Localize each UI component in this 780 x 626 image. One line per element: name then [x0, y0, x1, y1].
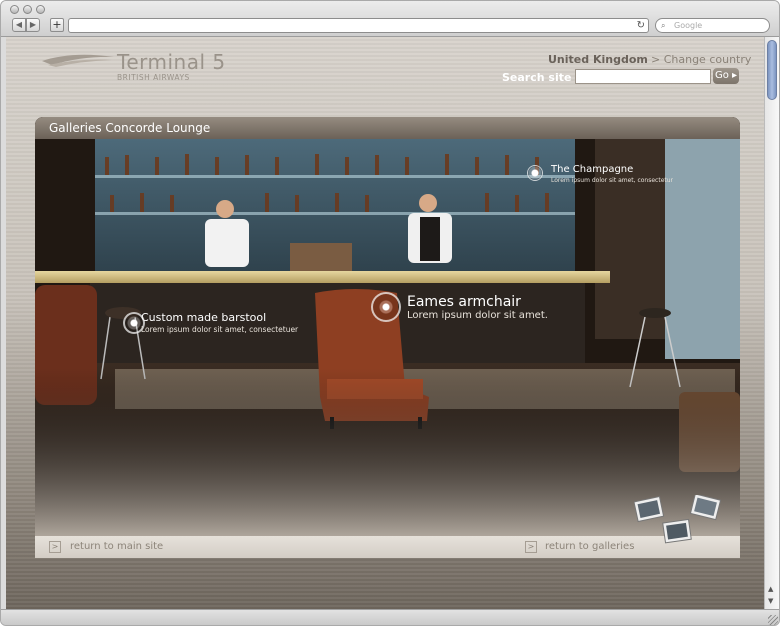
gallery-thumbnail — [662, 518, 692, 544]
zoom-window-button[interactable] — [36, 5, 45, 14]
british-airways-swoosh-icon — [42, 54, 114, 67]
gallery-thumbnail — [634, 495, 665, 523]
back-button[interactable]: ◀ — [12, 18, 26, 32]
hotspot-champagne-title: The Champagne — [551, 164, 634, 175]
hotspot-eames-armchair[interactable] — [371, 292, 401, 322]
hotspot-armchair-desc: Lorem ipsum dolor sit amet. — [407, 310, 548, 321]
close-window-button[interactable] — [10, 5, 19, 14]
return-to-galleries-link[interactable]: return to galleries — [545, 541, 634, 552]
return-galleries-arrow-icon[interactable]: > — [525, 541, 537, 553]
hotspot-champagne[interactable] — [527, 165, 543, 181]
forward-button[interactable]: ▶ — [26, 18, 40, 32]
search-site-label: Search site — [502, 71, 572, 84]
return-main-arrow-icon[interactable]: > — [49, 541, 61, 553]
add-bookmark-button[interactable]: + — [50, 18, 64, 32]
site-brand[interactable]: Terminal 5 — [117, 50, 226, 74]
current-country: United Kingdom — [548, 53, 648, 66]
scrollbar-thumb[interactable] — [767, 40, 777, 100]
address-bar[interactable]: ↻ — [68, 18, 649, 33]
resize-handle-icon[interactable] — [768, 615, 778, 625]
site-search-input[interactable] — [575, 69, 711, 84]
gallery-title: Galleries Concorde Lounge — [49, 121, 211, 135]
google-search-placeholder: Google — [674, 21, 703, 30]
page-content: Terminal 5 BRITISH AIRWAYS United Kingdo… — [6, 37, 764, 609]
gallery-thumbnail — [689, 495, 722, 521]
change-country-link[interactable]: > Change country — [651, 53, 751, 66]
go-label: Go — [714, 70, 729, 81]
go-button[interactable]: Go ▸ — [713, 68, 739, 84]
return-to-main-site-link[interactable]: return to main site — [70, 541, 163, 552]
browser-window: ◀ ▶ + ↻ ⌕ Google Terminal 5 BRITISH AIRW… — [0, 0, 780, 626]
reload-icon[interactable]: ↻ — [637, 19, 645, 32]
status-bar — [1, 609, 779, 625]
hotspot-barstool-title: Custom made barstool — [141, 311, 267, 324]
search-icon: ⌕ — [661, 21, 666, 30]
site-brand-sub: BRITISH AIRWAYS — [117, 73, 190, 82]
hotspot-barstool-desc: Lorem ipsum dolor sit amet, consectetuer — [141, 325, 299, 334]
gallery-title-bar: Galleries Concorde Lounge — [35, 117, 740, 139]
hotspot-champagne-desc: Lorem ipsum dolor sit amet, consectetur — [551, 177, 674, 184]
gallery-thumbnails[interactable] — [634, 495, 724, 545]
minimize-window-button[interactable] — [23, 5, 32, 14]
browser-toolbar: ◀ ▶ + ↻ ⌕ Google — [1, 1, 779, 37]
scroll-up-icon[interactable]: ▲ — [768, 585, 773, 593]
scroll-down-icon[interactable]: ▼ — [768, 597, 773, 605]
hotspot-armchair-title: Eames armchair — [407, 294, 521, 310]
google-search-field[interactable]: ⌕ Google — [655, 18, 770, 33]
vertical-scrollbar[interactable]: ▲ ▼ — [764, 37, 779, 609]
gallery-panel: Galleries Concorde Lounge The Champagne … — [35, 117, 740, 536]
